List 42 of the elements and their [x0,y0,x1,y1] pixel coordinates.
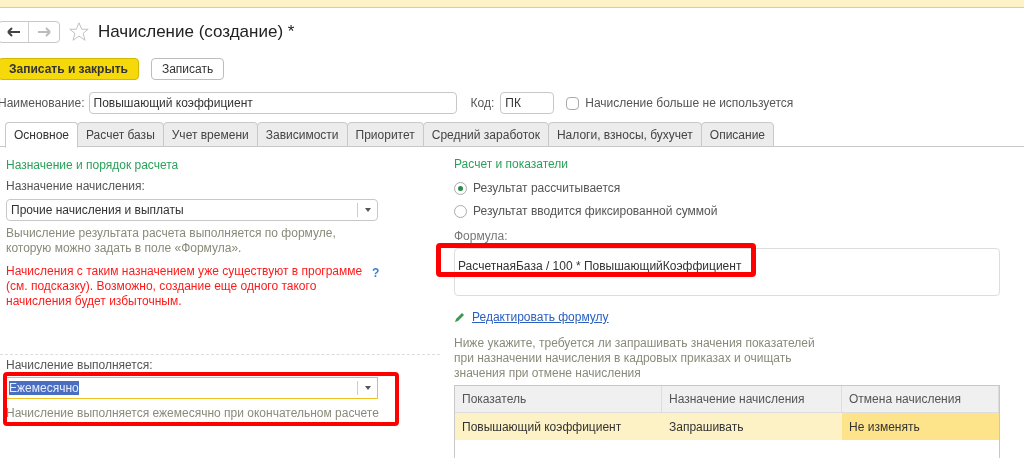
formula-label: Формула: [454,228,509,245]
code-label: Код: [470,95,495,112]
edit-formula-link[interactable]: Редактировать формулу [472,308,609,326]
warning-text: Начисления с таким назначением уже существуют в программе (см. подсказку). Возможно, создание еще одного такого начисления будет избыточным. [6,264,364,309]
period-value: Ежемесячно [9,381,79,395]
period-dropdown[interactable]: Ежемесячно [6,377,378,399]
purpose-label: Назначение начисления: [6,178,146,195]
tab[interactable]: Учет времени [162,122,258,147]
period-hint: Начисление выполняется ежемесячно при окончательном расчете [6,405,380,422]
radio-label: Результат вводится фиксированной суммой [473,203,718,220]
table-hint: Ниже укажите, требуется ли запрашивать значения показателей при назначении начисления в кадровых приказах и очищать значения при отмене начисления [454,336,816,381]
tab[interactable]: Описание [700,122,775,147]
tab[interactable]: Средний заработок [422,122,549,147]
tab[interactable]: Налоги, взносы, бухучет [547,122,702,147]
formula-field[interactable]: РасчетнаяБаза / 100 * ПовышающийКоэффициент [454,248,1000,296]
star-icon[interactable] [68,21,90,43]
tab[interactable]: Основное [5,122,78,148]
unused-checkbox[interactable] [566,96,580,110]
window-title: Начисление (создание) * [98,21,295,44]
unused-label: Начисление больше не используется [585,95,794,112]
code-field[interactable]: ПК [500,92,555,114]
radio-label: Результат рассчитывается [473,180,621,197]
table-cell: Не изменять [842,413,999,440]
tab[interactable]: Приоритет [346,122,424,147]
table-row[interactable]: Повышающий коэффициент Запрашивать Не изменять [455,413,999,440]
column-header[interactable]: Назначение начисления [662,386,842,412]
column-header[interactable]: Отмена начисления [842,386,999,412]
pencil-icon [454,311,466,323]
toolbar-button[interactable]: Записать [150,58,225,80]
column-header[interactable]: Показатель [455,386,662,412]
purpose-dropdown[interactable]: Прочие начисления и выплаты [6,199,378,221]
name-field[interactable]: Повышающий коэффициент [88,92,457,114]
period-label: Начисление выполняется: [6,358,154,372]
tab[interactable]: Зависимости [256,122,348,147]
table-cell-text: Запрашивать [668,418,745,436]
section-title: Расчет и показатели [454,156,570,173]
section-title: Назначение и порядок расчета [6,157,180,174]
tab[interactable]: Расчет базы [77,122,164,147]
toolbar-button[interactable]: Записать и закрыть [0,58,139,80]
purpose-hint: Вычисление результата расчета выполняется по формуле, которую можно задать в поле «Формула». [6,226,337,256]
table-cell-text: Повышающий коэффициент [461,418,623,436]
help-link[interactable]: ? [372,264,380,309]
